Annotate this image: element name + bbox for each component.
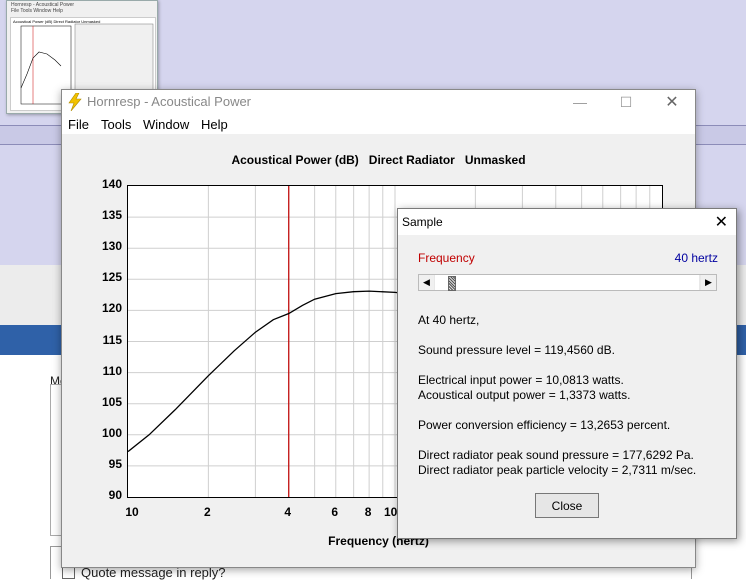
menu-help[interactable]: Help: [201, 117, 228, 132]
efficiency-text: Power conversion efficiency = 13,2653 pe…: [418, 418, 671, 432]
dialog-titlebar[interactable]: Sample ✕: [398, 209, 736, 235]
window-titlebar[interactable]: Hornresp - Acoustical Power — ☐ ✕: [62, 90, 695, 114]
thumbnail-menu: File Tools Window Help: [11, 8, 63, 14]
y-tick-label: 130: [101, 239, 122, 254]
menubar: File Tools Window Help: [62, 114, 695, 134]
y-tick-label: 125: [101, 270, 122, 285]
scroll-left-icon[interactable]: ◀: [419, 275, 434, 290]
dialog-title: Sample: [402, 215, 443, 229]
electrical-power-text: Electrical input power = 10,0813 watts.: [418, 373, 624, 387]
sample-dialog[interactable]: Sample ✕ Frequency 40 hertz ◀ ▶ At 40 he…: [397, 208, 737, 539]
y-tick-label: 110: [102, 363, 122, 378]
x-tick-label: 10: [125, 505, 139, 519]
y-tick-label: 90: [108, 488, 122, 502]
peak-pressure-text: Direct radiator peak sound pressure = 17…: [418, 448, 694, 462]
close-icon[interactable]: ✕: [649, 90, 695, 114]
frequency-label: Frequency: [418, 251, 475, 265]
scroll-thumb[interactable]: [448, 276, 456, 291]
y-tick-label: 115: [102, 332, 122, 347]
y-tick-label: 100: [101, 425, 122, 440]
frequency-scrollbar[interactable]: ◀ ▶: [418, 274, 717, 291]
acoustical-power-text: Acoustical output power = 1,3373 watts.: [418, 388, 631, 402]
minimize-icon[interactable]: —: [557, 90, 603, 114]
maximize-icon[interactable]: ☐: [603, 90, 649, 114]
spl-text: Sound pressure level = 119,4560 dB.: [418, 343, 615, 357]
y-tick-label: 95: [108, 456, 122, 471]
y-tick-label: 105: [101, 394, 122, 409]
at-frequency-text: At 40 hertz,: [418, 313, 480, 327]
scroll-right-icon[interactable]: ▶: [701, 275, 716, 290]
x-tick-label: 2: [204, 505, 211, 519]
dialog-close-icon[interactable]: ✕: [715, 212, 728, 232]
menu-tools[interactable]: Tools: [101, 117, 131, 132]
scroll-track[interactable]: [435, 275, 699, 290]
x-tick-label: 4: [284, 505, 292, 519]
frequency-value: 40 hertz: [674, 251, 718, 265]
x-tick-label: 8: [364, 505, 372, 519]
menu-window[interactable]: Window: [143, 117, 189, 132]
chart-title: Acoustical Power (dB) Direct Radiator Un…: [231, 153, 526, 167]
peak-velocity-text: Direct radiator peak particle velocity =…: [418, 463, 697, 477]
menu-file[interactable]: File: [68, 117, 89, 132]
y-tick-label: 140: [101, 177, 122, 191]
lightning-icon: [68, 93, 82, 111]
y-tick-label: 120: [101, 301, 122, 316]
close-button[interactable]: Close: [535, 493, 599, 518]
window-title: Hornresp - Acoustical Power: [87, 94, 252, 109]
y-tick-label: 135: [101, 208, 122, 223]
x-tick-label: 6: [331, 505, 339, 519]
